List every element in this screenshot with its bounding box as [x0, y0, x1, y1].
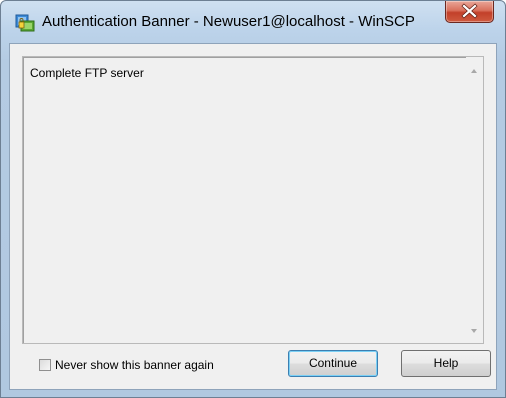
help-button[interactable]: Help — [401, 350, 491, 377]
title-bar[interactable]: Authentication Banner - Newuser1@localho… — [1, 1, 505, 43]
dialog-content: Complete FTP server Never show this bann… — [9, 43, 497, 390]
vertical-scrollbar[interactable] — [466, 57, 483, 343]
close-icon — [461, 3, 478, 19]
winscp-app-icon — [15, 14, 35, 32]
scroll-up-arrow-icon[interactable] — [471, 69, 477, 73]
banner-message: Complete FTP server — [30, 66, 144, 80]
dialog-window: Authentication Banner - Newuser1@localho… — [0, 0, 506, 398]
continue-button[interactable]: Continue — [288, 350, 378, 377]
scroll-down-arrow-icon[interactable] — [471, 329, 477, 333]
never-show-banner-checkbox[interactable] — [39, 359, 51, 371]
close-button[interactable] — [445, 1, 494, 23]
window-title: Authentication Banner - Newuser1@localho… — [42, 13, 415, 30]
never-show-banner-label[interactable]: Never show this banner again — [55, 358, 214, 372]
never-show-banner-option[interactable]: Never show this banner again — [39, 356, 214, 374]
banner-text-area[interactable]: Complete FTP server — [22, 56, 484, 344]
